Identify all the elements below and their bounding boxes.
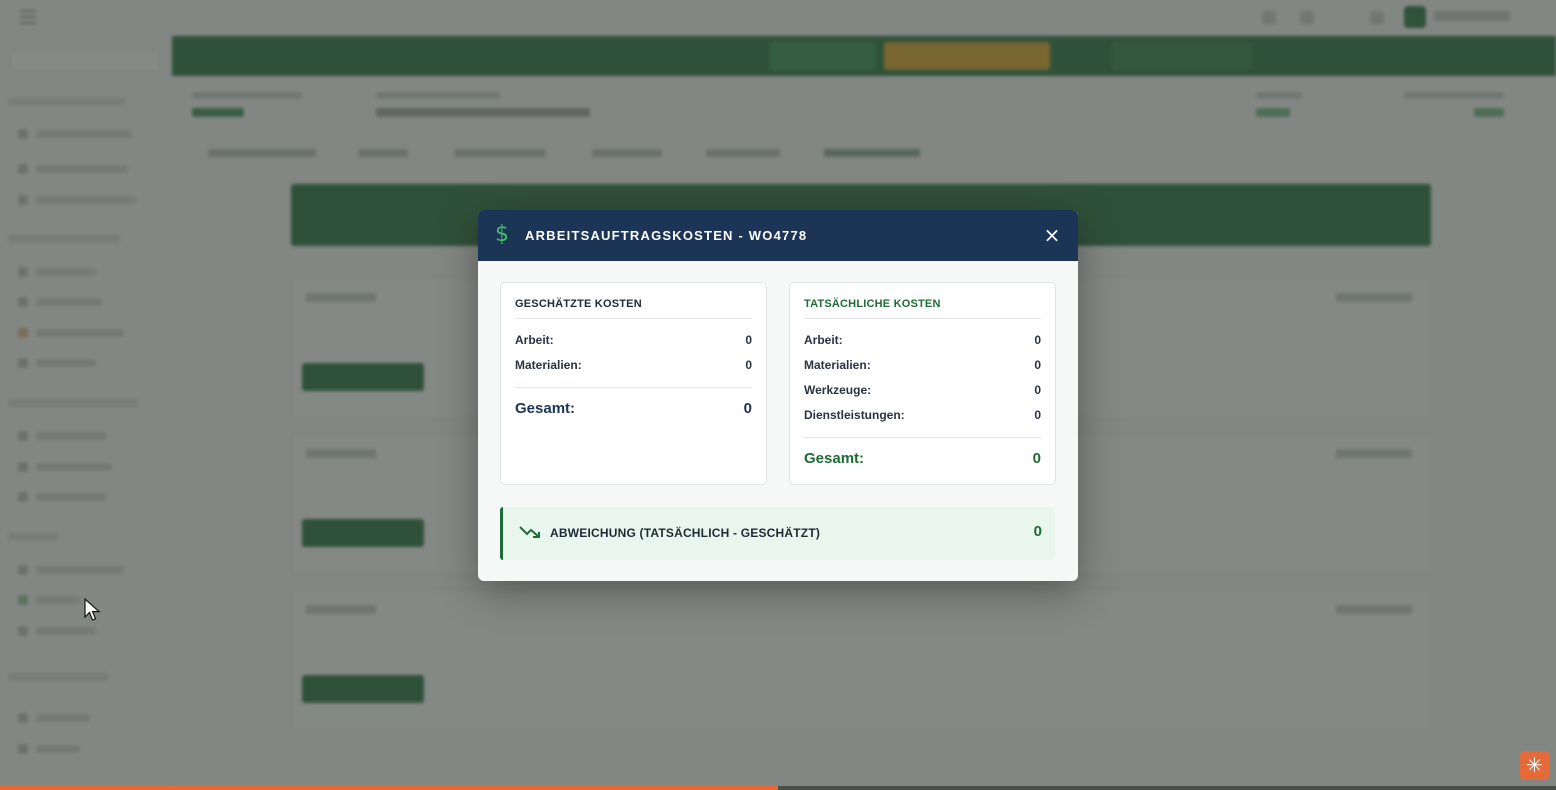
- actual-row-tools: Werkzeuge: 0: [804, 383, 1041, 399]
- actual-costs-card: TATSÄCHLICHE KOSTEN Arbeit: 0 Materialie…: [789, 282, 1056, 485]
- variance-panel: ABWEICHUNG (TATSÄCHLICH - GESCHÄTZT) 0: [500, 507, 1055, 560]
- modal-title: ARBEITSAUFTRAGSKOSTEN - WO4778: [525, 228, 808, 243]
- row-label: Materialien:: [515, 358, 582, 372]
- row-value: 0: [1034, 383, 1041, 397]
- app-root: $ ARBEITSAUFTRAGSKOSTEN - WO4778 × GESCH…: [0, 0, 1556, 790]
- dollar-icon: $: [495, 222, 509, 247]
- estimated-row-labor: Arbeit: 0: [515, 333, 752, 349]
- total-value: 0: [1032, 450, 1041, 467]
- divider: [804, 318, 1041, 319]
- actual-row-services: Dienstleistungen: 0: [804, 408, 1041, 424]
- row-value: 0: [1034, 358, 1041, 372]
- row-label: Arbeit:: [804, 333, 843, 347]
- estimated-row-materials: Materialien: 0: [515, 358, 752, 374]
- total-label: Gesamt:: [515, 400, 576, 417]
- row-label: Dienstleistungen:: [804, 408, 905, 422]
- cost-modal: $ ARBEITSAUFTRAGSKOSTEN - WO4778 × GESCH…: [478, 210, 1078, 581]
- actual-row-labor: Arbeit: 0: [804, 333, 1041, 349]
- total-label: Gesamt:: [804, 450, 865, 467]
- close-icon[interactable]: ×: [1042, 224, 1062, 246]
- row-value: 0: [745, 333, 752, 347]
- actual-row-materials: Materialien: 0: [804, 358, 1041, 374]
- divider: [515, 318, 752, 319]
- progress-bar: [0, 786, 1556, 790]
- row-value: 0: [745, 358, 752, 372]
- row-label: Arbeit:: [515, 333, 554, 347]
- asterisk-icon[interactable]: ✳: [1520, 751, 1549, 780]
- row-label: Materialien:: [804, 358, 871, 372]
- variance-value: 0: [1033, 523, 1042, 540]
- mouse-cursor-icon: [84, 598, 101, 621]
- variance-label: ABWEICHUNG (TATSÄCHLICH - GESCHÄTZT): [550, 526, 821, 540]
- actual-total: Gesamt: 0: [804, 450, 1041, 470]
- row-value: 0: [1034, 333, 1041, 347]
- estimated-total: Gesamt: 0: [515, 400, 752, 420]
- divider: [515, 387, 752, 388]
- modal-header: $ ARBEITSAUFTRAGSKOSTEN - WO4778 ×: [478, 210, 1078, 261]
- progress-fill: [0, 786, 778, 790]
- row-value: 0: [1034, 408, 1041, 422]
- estimated-costs-card: GESCHÄTZTE KOSTEN Arbeit: 0 Materialien:…: [500, 282, 767, 485]
- trending-down-icon: [519, 523, 541, 542]
- total-value: 0: [743, 400, 752, 417]
- divider: [804, 437, 1041, 438]
- estimated-costs-heading: GESCHÄTZTE KOSTEN: [515, 298, 642, 310]
- row-label: Werkzeuge:: [804, 383, 872, 397]
- actual-costs-heading: TATSÄCHLICHE KOSTEN: [804, 298, 941, 310]
